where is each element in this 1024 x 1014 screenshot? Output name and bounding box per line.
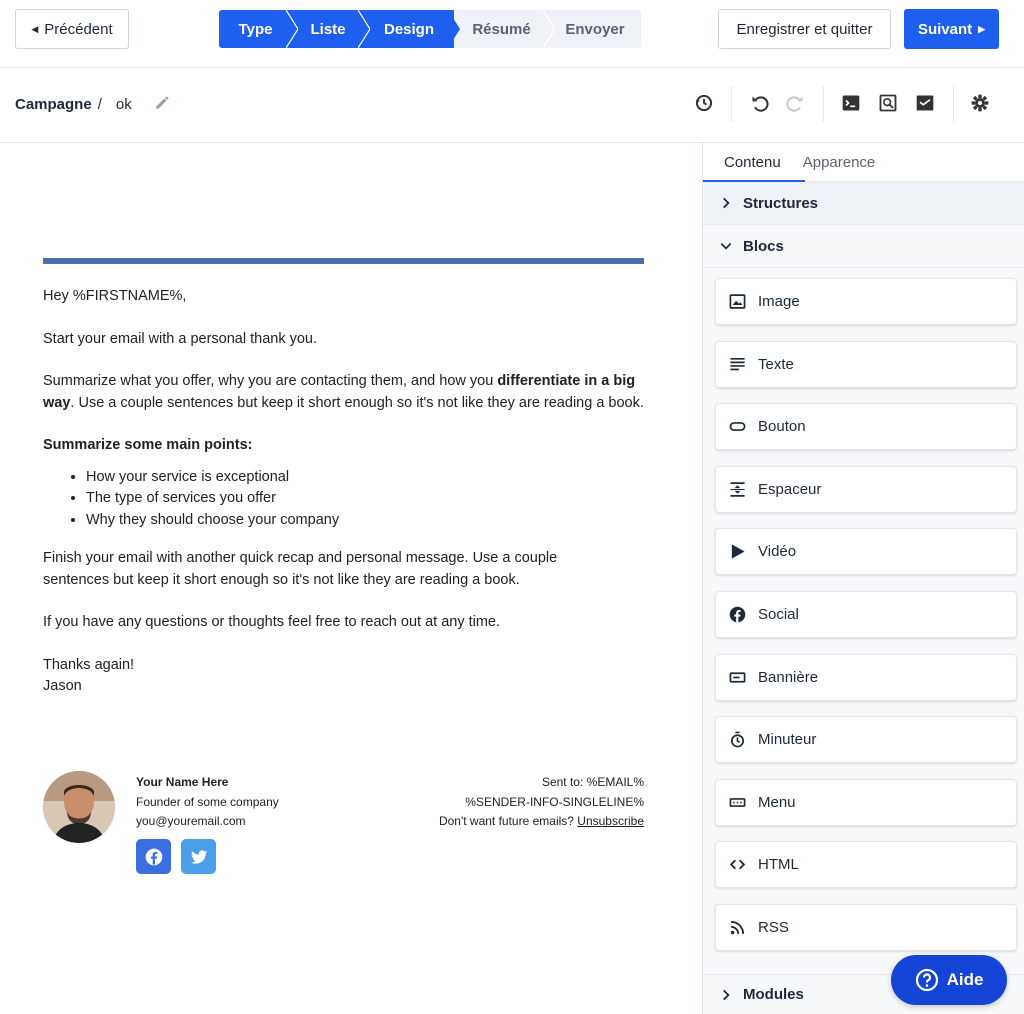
video-icon <box>729 543 746 560</box>
list-item: The type of services you offer <box>86 488 648 510</box>
code-editor-icon[interactable] <box>840 92 862 114</box>
step-liste[interactable]: Liste <box>292 10 370 48</box>
unsubscribe-text: Don't want future emails? Unsubscribe <box>438 814 644 828</box>
breadcrumb-separator: / <box>97 96 102 113</box>
step-chevron-icon <box>286 10 298 48</box>
list-item: Why they should choose your company <box>86 510 648 532</box>
menu-icon <box>729 794 746 811</box>
next-button[interactable]: Suivant ▶ <box>904 9 999 49</box>
preview-icon[interactable] <box>877 92 899 114</box>
help-label: Aide <box>946 970 984 989</box>
toolbar-divider <box>731 86 732 122</box>
block-minuteur[interactable]: Minuteur <box>715 716 1017 764</box>
sender-info-text: %SENDER-INFO-SINGLELINE% <box>465 794 644 809</box>
previous-button[interactable]: ◀ Précédent <box>15 9 129 49</box>
undo-icon[interactable] <box>749 92 771 114</box>
blocs-accordion[interactable]: Blocs <box>703 225 1024 268</box>
test-email-icon[interactable] <box>914 92 936 114</box>
block-image[interactable]: Image <box>715 278 1017 325</box>
step-envoyer[interactable]: Envoyer <box>549 10 641 48</box>
block-rss[interactable]: RSS <box>715 903 1017 951</box>
step-chevron-icon <box>448 10 460 48</box>
intro-text: Start your email with a personal thank y… <box>43 330 318 347</box>
signature-block[interactable]: Your Name Here Founder of some company y… <box>43 771 644 881</box>
help-icon <box>915 968 938 992</box>
closing-text: Thanks again! Jason <box>43 656 135 695</box>
next-label: Suivant <box>917 20 973 38</box>
step-resume[interactable]: Résumé <box>454 10 555 48</box>
block-espaceur[interactable]: Espaceur <box>715 465 1017 513</box>
tab-contenu[interactable]: Contenu <box>703 143 801 182</box>
step-progress: Type Liste Design Résumé Envoyer <box>219 10 641 48</box>
signature-info: Your Name Here Founder of some company y… <box>136 773 279 832</box>
points-list: How your service is exceptional The type… <box>86 467 648 532</box>
footer-info: Sent to: %EMAIL% %SENDER-INFO-SINGLELINE… <box>439 773 644 832</box>
save-and-quit-button[interactable]: Enregistrer et quitter <box>718 9 891 49</box>
help-button[interactable]: Aide <box>891 955 1007 1005</box>
step-chevron-icon <box>358 10 370 48</box>
block-bouton[interactable]: Bouton <box>715 403 1017 451</box>
chevron-right-icon <box>723 197 730 209</box>
code-icon <box>729 856 746 873</box>
caret-right-icon: ▶ <box>978 23 986 34</box>
step-type[interactable]: Type <box>219 10 298 48</box>
structures-accordion[interactable]: Structures <box>703 182 1024 225</box>
toolbar-divider <box>953 86 954 122</box>
block-menu[interactable]: Menu <box>715 778 1017 826</box>
questions-text: If you have any questions or thoughts fe… <box>43 614 501 631</box>
chevron-right-icon <box>723 989 730 1000</box>
email-canvas[interactable]: Hey %FIRSTNAME%, Start your email with a… <box>0 143 702 1014</box>
redo-icon[interactable] <box>784 92 806 114</box>
twitter-button[interactable] <box>181 839 216 874</box>
points-title: Summarize some main points: <box>43 437 253 453</box>
twitter-icon <box>190 849 207 864</box>
facebook-icon <box>145 848 162 865</box>
signature-title: Founder of some company <box>136 794 279 809</box>
banner-icon <box>729 669 746 686</box>
editor-toolbar: Campagne / ok <box>0 68 1024 143</box>
caret-left-icon: ◀ <box>31 23 39 34</box>
list-item: How your service is exceptional <box>86 467 648 489</box>
signature-name: Your Name Here <box>136 775 229 789</box>
header-divider <box>43 258 644 264</box>
avatar <box>43 771 115 843</box>
block-social[interactable]: Social <box>715 590 1017 638</box>
toolbar-divider <box>823 86 824 122</box>
block-video[interactable]: Vidéo <box>715 528 1017 576</box>
image-icon <box>729 293 746 310</box>
summary-text: Summarize what you offer, why you are co… <box>43 373 644 411</box>
rss-icon <box>729 919 746 936</box>
campaign-name: ok <box>115 96 132 113</box>
history-icon[interactable] <box>693 92 715 114</box>
sent-to-text: Sent to: %EMAIL% <box>541 775 644 789</box>
breadcrumb: Campagne / ok <box>15 96 132 113</box>
signature-email: you@youremail.com <box>136 814 246 828</box>
panel-tabs: Contenu Apparence <box>703 143 1024 182</box>
facebook-button[interactable] <box>136 839 171 874</box>
edit-pencil-icon[interactable] <box>153 94 171 112</box>
content-panel: Contenu Apparence Structures Blocs Image… <box>702 143 1024 1014</box>
chevron-down-icon <box>720 243 732 250</box>
greeting-text: Hey %FIRSTNAME%, <box>43 288 187 304</box>
breadcrumb-section: Campagne <box>15 96 92 113</box>
email-body[interactable]: Hey %FIRSTNAME%, Start your email with a… <box>43 286 648 719</box>
spacer-icon <box>729 481 746 498</box>
block-banniere[interactable]: Bannière <box>715 653 1017 701</box>
button-icon <box>729 418 746 435</box>
block-html[interactable]: HTML <box>715 841 1017 889</box>
unsubscribe-link[interactable]: Unsubscribe <box>577 814 644 828</box>
previous-label: Précédent <box>44 20 113 38</box>
blocks-list: Image Texte Bouton Espaceur Vidéo Social… <box>703 268 1024 951</box>
block-texte[interactable]: Texte <box>715 340 1017 388</box>
settings-icon[interactable] <box>969 92 991 114</box>
tab-apparence[interactable]: Apparence <box>801 143 886 182</box>
facebook-icon <box>729 606 746 623</box>
timer-icon <box>729 731 746 748</box>
step-chevron-icon <box>543 10 555 48</box>
text-icon <box>729 356 746 373</box>
top-bar: ◀ Précédent Type Liste Design Résumé Env… <box>0 0 1024 68</box>
step-design[interactable]: Design <box>364 10 460 48</box>
active-tab-indicator <box>703 180 805 182</box>
finish-text: Finish your email with another quick rec… <box>43 550 558 588</box>
